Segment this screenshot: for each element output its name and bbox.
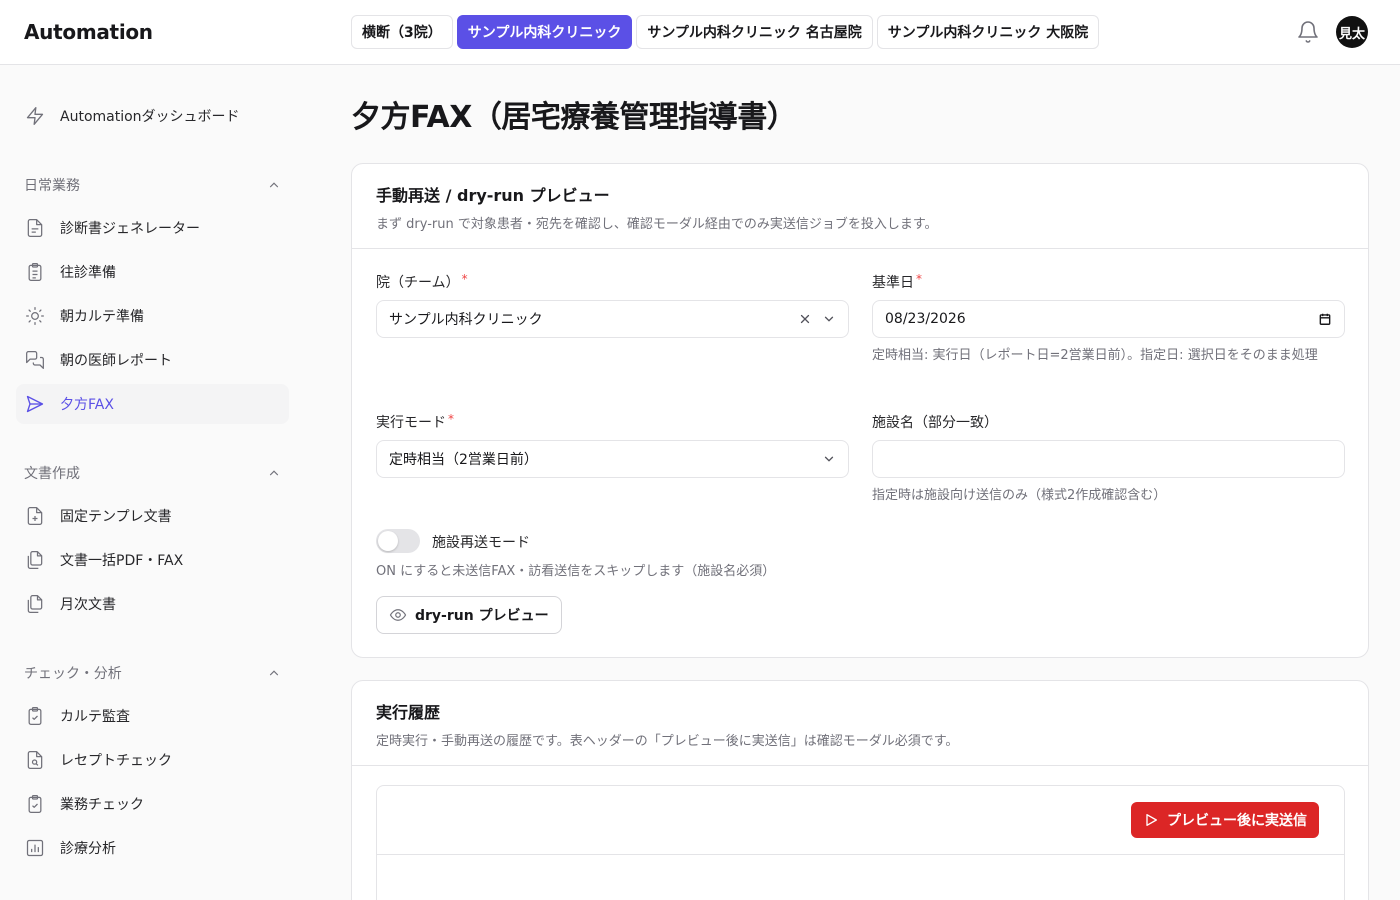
sidebar-item-label: 業務チェック bbox=[60, 797, 144, 813]
sidebar-item-label: 朝の医師レポート bbox=[60, 353, 172, 369]
card-description: まず dry-run で対象患者・宛先を確認し、確認モーダル経由でのみ実送信ジョ… bbox=[376, 217, 938, 232]
group-label: 日常業務 bbox=[24, 178, 80, 194]
tab-nagoya-clinic[interactable]: サンプル内科クリニック 名古屋院 bbox=[636, 15, 873, 49]
sidebar-item-morning-doctor-report[interactable]: 朝の医師レポート bbox=[16, 340, 289, 380]
send-after-preview-button[interactable]: プレビュー後に実送信 bbox=[1131, 802, 1319, 838]
tab-osaka-clinic[interactable]: サンプル内科クリニック 大阪院 bbox=[876, 15, 1100, 49]
sidebar-item-certificate-generator[interactable]: 診断書ジェネレーター bbox=[16, 208, 289, 248]
sidebar-item-label: 文書一括PDF・FAX bbox=[60, 553, 184, 569]
facility-input[interactable] bbox=[872, 440, 1345, 478]
clipboard-icon bbox=[24, 261, 46, 283]
sun-icon bbox=[24, 305, 46, 327]
group-label: チェック・分析 bbox=[24, 666, 122, 682]
card-title: 手動再送 / dry-run プレビュー bbox=[376, 186, 610, 205]
date-label: 基準日 * bbox=[872, 272, 922, 291]
chevron-up-icon bbox=[269, 670, 279, 676]
sidebar-item-clinical-analysis[interactable]: 診療分析 bbox=[16, 828, 289, 868]
chevron-up-icon bbox=[269, 182, 279, 188]
clipboard-check-icon bbox=[24, 793, 46, 815]
facility-hint: 指定時は施設向け送信のみ（様式2作成確認含む） bbox=[872, 488, 1167, 503]
toggle-hint: ON にすると未送信FAX・訪看送信をスキップします（施設名必須） bbox=[376, 564, 776, 579]
bar-chart-icon bbox=[24, 837, 46, 859]
clinic-select-value: サンプル内科クリニック bbox=[389, 312, 543, 328]
history-table: プレビュー後に実送信 bbox=[376, 785, 1345, 900]
lightning-icon bbox=[24, 105, 46, 127]
group-document-creation[interactable]: 文書作成 bbox=[24, 463, 281, 483]
sidebar-item-label: 固定テンプレ文書 bbox=[60, 509, 172, 525]
button-label: dry-run プレビュー bbox=[415, 608, 549, 624]
files-icon bbox=[24, 593, 46, 615]
toggle-knob bbox=[378, 531, 398, 551]
group-check-analysis[interactable]: チェック・分析 bbox=[24, 663, 281, 683]
mode-select-value: 定時相当（2営業日前） bbox=[389, 452, 538, 468]
card-header: 手動再送 / dry-run プレビュー まず dry-run で対象患者・宛先… bbox=[352, 164, 1368, 249]
file-search-icon bbox=[24, 749, 46, 771]
sidebar-item-label: レセプトチェック bbox=[60, 753, 172, 769]
sidebar-item-home-visit-prep[interactable]: 往診準備 bbox=[16, 252, 289, 292]
sidebar-item-label: 夕方FAX bbox=[60, 397, 114, 413]
dry-run-preview-button[interactable]: dry-run プレビュー bbox=[376, 596, 562, 634]
sidebar-item-label: 朝カルテ準備 bbox=[60, 309, 144, 325]
date-hint: 定時相当: 実行日（レポート日=2営業日前）。指定日: 選択日をそのまま処理 bbox=[872, 348, 1318, 363]
sidebar-item-label: 往診準備 bbox=[60, 265, 116, 281]
manual-resend-card: 手動再送 / dry-run プレビュー まず dry-run で対象患者・宛先… bbox=[351, 163, 1369, 658]
sidebar-item-dashboard[interactable]: Automationダッシュボード bbox=[16, 96, 289, 136]
file-plus-icon bbox=[24, 505, 46, 527]
sidebar-item-monthly-docs[interactable]: 月次文書 bbox=[16, 584, 289, 624]
tab-sample-clinic[interactable]: サンプル内科クリニック bbox=[456, 15, 633, 49]
top-bar: Automation 横断（3院） サンプル内科クリニック サンプル内科クリニッ… bbox=[0, 0, 1400, 65]
toggle-label: 施設再送モード bbox=[432, 535, 530, 551]
clinic-tabs: 横断（3院） サンプル内科クリニック サンプル内科クリニック 名古屋院 サンプル… bbox=[351, 15, 1100, 49]
group-label: 文書作成 bbox=[24, 466, 80, 482]
sidebar-item-label: 月次文書 bbox=[60, 597, 116, 613]
bell-icon[interactable] bbox=[1296, 20, 1320, 44]
sidebar-item-label: 診断書ジェネレーター bbox=[60, 221, 200, 237]
card-title: 実行履歴 bbox=[376, 703, 441, 722]
sidebar-item-evening-fax[interactable]: 夕方FAX bbox=[16, 384, 289, 424]
send-icon bbox=[24, 393, 46, 415]
clinic-select[interactable]: サンプル内科クリニック bbox=[376, 300, 849, 338]
mode-label: 実行モード * bbox=[376, 412, 454, 431]
clinic-label: 院（チーム） * bbox=[376, 272, 468, 291]
table-header-divider bbox=[377, 854, 1344, 855]
sidebar: Automationダッシュボード 日常業務 診断書ジェネレーター 往診準備 朝… bbox=[0, 65, 305, 900]
calendar-icon[interactable] bbox=[1318, 312, 1332, 326]
execution-history-card: 実行履歴 定時実行・手動再送の履歴です。表ヘッダーの「プレビュー後に実送信」は確… bbox=[351, 680, 1369, 900]
mode-select[interactable]: 定時相当（2営業日前） bbox=[376, 440, 849, 478]
chevron-up-icon bbox=[269, 470, 279, 476]
sidebar-item-morning-chart-prep[interactable]: 朝カルテ準備 bbox=[16, 296, 289, 336]
sidebar-item-receipt-check[interactable]: レセプトチェック bbox=[16, 740, 289, 780]
card-description: 定時実行・手動再送の履歴です。表ヘッダーの「プレビュー後に実送信」は確認モーダル… bbox=[376, 734, 959, 749]
files-icon bbox=[24, 549, 46, 571]
date-input[interactable]: 08/23/2026 bbox=[872, 300, 1345, 338]
card-header: 実行履歴 定時実行・手動再送の履歴です。表ヘッダーの「プレビュー後に実送信」は確… bbox=[352, 681, 1368, 766]
chevron-down-icon[interactable] bbox=[822, 452, 836, 466]
sidebar-item-label: カルテ監査 bbox=[60, 709, 130, 725]
button-label: プレビュー後に実送信 bbox=[1167, 813, 1307, 829]
document-icon bbox=[24, 217, 46, 239]
chat-icon bbox=[24, 349, 46, 371]
eye-icon bbox=[389, 609, 407, 621]
sidebar-item-bulk-pdf-fax[interactable]: 文書一括PDF・FAX bbox=[16, 540, 289, 580]
brand-logo[interactable]: Automation bbox=[24, 20, 153, 44]
facility-resend-toggle[interactable] bbox=[376, 529, 420, 553]
sidebar-item-fixed-template-docs[interactable]: 固定テンプレ文書 bbox=[16, 496, 289, 536]
tab-cross-clinic[interactable]: 横断（3院） bbox=[351, 15, 453, 49]
sidebar-item-label: Automationダッシュボード bbox=[60, 109, 240, 125]
sidebar-item-work-check[interactable]: 業務チェック bbox=[16, 784, 289, 824]
clear-icon[interactable] bbox=[798, 312, 812, 326]
sidebar-item-chart-audit[interactable]: カルテ監査 bbox=[16, 696, 289, 736]
sidebar-item-label: 診療分析 bbox=[60, 841, 116, 857]
facility-label: 施設名（部分一致） bbox=[872, 415, 998, 431]
group-daily-work[interactable]: 日常業務 bbox=[24, 175, 281, 195]
avatar[interactable]: 見太 bbox=[1336, 16, 1368, 48]
page-title: 夕方FAX（居宅療養管理指導書） bbox=[351, 100, 797, 135]
clipboard-check-icon bbox=[24, 705, 46, 727]
chevron-down-icon[interactable] bbox=[822, 312, 836, 326]
date-input-value: 08/23/2026 bbox=[885, 311, 966, 327]
play-icon bbox=[1146, 814, 1157, 826]
